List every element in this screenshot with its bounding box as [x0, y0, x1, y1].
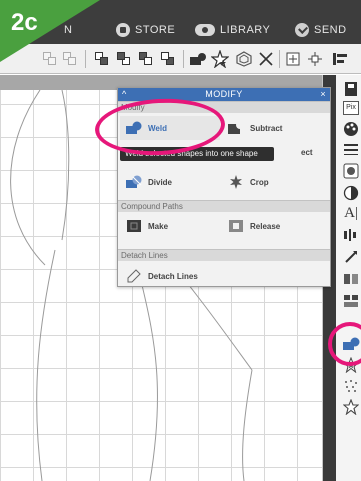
- nesting-icon[interactable]: [342, 292, 360, 310]
- make-compound-button[interactable]: Make: [126, 215, 216, 237]
- text-tool-label: A|: [344, 204, 358, 221]
- crop-icon: [228, 175, 244, 189]
- release-compound-button[interactable]: Release: [228, 215, 323, 237]
- tab-send-label: SEND: [314, 24, 347, 36]
- bring-forward-icon[interactable]: [136, 49, 156, 69]
- subtract-icon: [228, 121, 244, 135]
- offset-icon[interactable]: [234, 49, 254, 69]
- send-backward-icon[interactable]: [158, 49, 178, 69]
- collapse-chevron-icon[interactable]: ^: [122, 88, 127, 101]
- tab-library[interactable]: LIBRARY: [195, 20, 270, 40]
- sketch-dots-icon[interactable]: [342, 377, 360, 395]
- toolbar-divider: [279, 50, 280, 68]
- divide-label: Divide: [148, 177, 173, 187]
- text-style-icon[interactable]: A|: [342, 204, 360, 222]
- fill-color-palette-icon[interactable]: [342, 120, 360, 138]
- subtract-button[interactable]: Subtract: [228, 117, 323, 139]
- close-icon[interactable]: ×: [320, 88, 326, 101]
- release-icon: [228, 219, 244, 233]
- subtract-label: Subtract: [250, 123, 283, 133]
- modify-weld-tool-icon[interactable]: [188, 49, 208, 69]
- crop-button[interactable]: Crop: [228, 171, 323, 193]
- transform-icon[interactable]: [342, 248, 360, 266]
- intersect-button[interactable]: ect: [301, 141, 327, 163]
- intersect-label-partial: ect: [301, 147, 313, 157]
- pix-scan-icon[interactable]: Pix: [342, 99, 360, 117]
- release-label: Release: [250, 221, 281, 231]
- section-header-detach-lines: Detach Lines: [118, 249, 330, 261]
- add-point-icon[interactable]: [283, 49, 303, 69]
- image-effects-icon[interactable]: [342, 162, 360, 180]
- delete-x-icon[interactable]: [256, 49, 276, 69]
- replicate-star-icon[interactable]: [210, 49, 230, 69]
- store-icon: [116, 23, 130, 37]
- send-icon: [295, 23, 309, 37]
- divide-icon: [126, 175, 142, 189]
- tab-library-label: LIBRARY: [220, 24, 271, 36]
- line-style-icon[interactable]: [342, 141, 360, 159]
- align-icon[interactable]: [330, 49, 350, 69]
- send-to-back-icon[interactable]: [114, 49, 134, 69]
- center-point-icon[interactable]: [305, 49, 325, 69]
- section-detach-label: Detach Lines: [121, 251, 168, 260]
- detach-lines-button[interactable]: Detach Lines: [126, 265, 236, 287]
- tab-send[interactable]: SEND: [295, 20, 347, 40]
- page-setup-icon[interactable]: [342, 80, 360, 98]
- toolbar-divider: [183, 50, 184, 68]
- step-label: 2c: [11, 9, 38, 36]
- make-icon: [126, 219, 142, 233]
- detach-lines-icon: [126, 269, 142, 283]
- replicate-icon[interactable]: [342, 270, 360, 288]
- tab-store[interactable]: STORE: [116, 20, 175, 40]
- align-distribute-icon[interactable]: [342, 226, 360, 244]
- contrast-icon[interactable]: [342, 184, 360, 202]
- modify-panel-title: MODIFY: [205, 89, 243, 99]
- section-header-compound-paths: Compound Paths: [118, 200, 330, 212]
- section-compound-label: Compound Paths: [121, 202, 183, 211]
- library-icon: [195, 24, 215, 36]
- star-outline-icon[interactable]: [342, 398, 360, 416]
- tab-store-label: STORE: [135, 24, 176, 36]
- make-label: Make: [148, 221, 169, 231]
- pix-label: Pix: [343, 101, 359, 115]
- detach-lines-label: Detach Lines: [148, 271, 198, 281]
- divide-button[interactable]: Divide: [126, 171, 216, 193]
- crop-label: Crop: [250, 177, 269, 187]
